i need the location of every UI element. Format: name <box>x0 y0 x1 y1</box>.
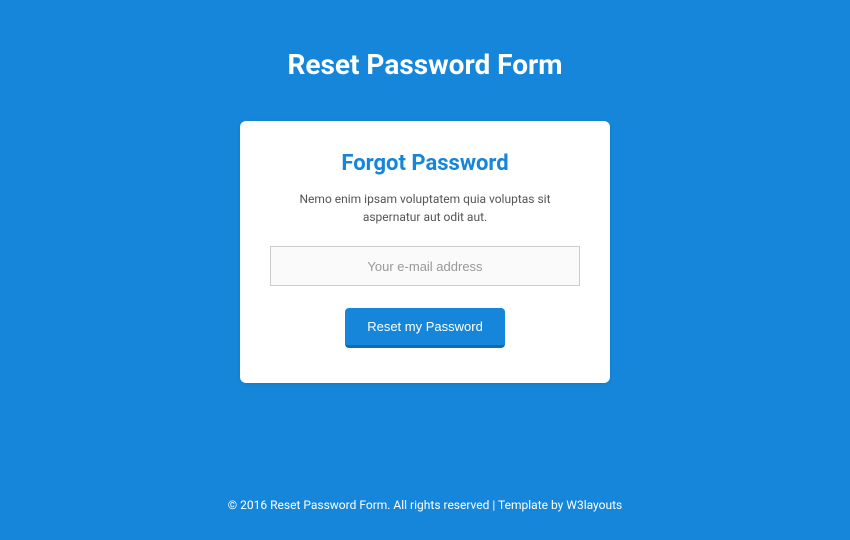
card-description: Nemo enim ipsam voluptatem quia voluptas… <box>270 190 580 226</box>
footer-copyright: © 2016 Reset Password Form. All rights r… <box>228 498 567 512</box>
reset-password-card: Forgot Password Nemo enim ipsam voluptat… <box>240 121 610 383</box>
email-input[interactable] <box>270 246 580 286</box>
reset-password-button[interactable]: Reset my Password <box>345 308 505 348</box>
footer: © 2016 Reset Password Form. All rights r… <box>0 498 850 512</box>
card-title: Forgot Password <box>341 151 508 176</box>
page-title: Reset Password Form <box>287 48 562 81</box>
footer-link[interactable]: W3layouts <box>566 498 622 512</box>
